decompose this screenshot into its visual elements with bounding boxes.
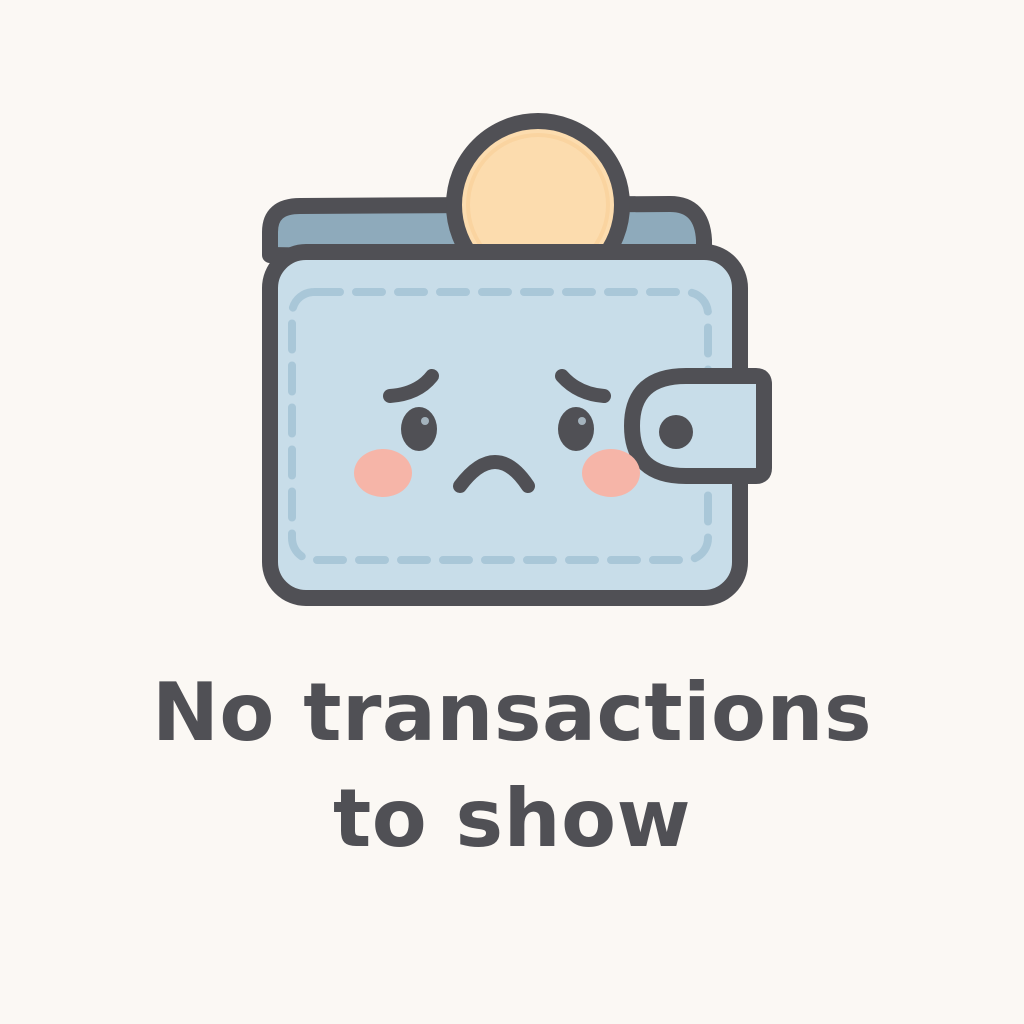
right-cheek (582, 449, 640, 497)
left-cheek (354, 449, 412, 497)
wallet-clasp (624, 368, 772, 484)
right-eye (558, 407, 594, 451)
sad-wallet-icon (262, 113, 772, 606)
empty-state-message-line-2: to show (333, 772, 691, 865)
clasp-button (659, 415, 693, 449)
left-eye (401, 407, 437, 451)
empty-state-screen: No transactions to show (0, 0, 1024, 1024)
empty-state-message-line-1: No transactions (151, 666, 873, 759)
empty-state-message: No transactions to show (0, 660, 1024, 872)
